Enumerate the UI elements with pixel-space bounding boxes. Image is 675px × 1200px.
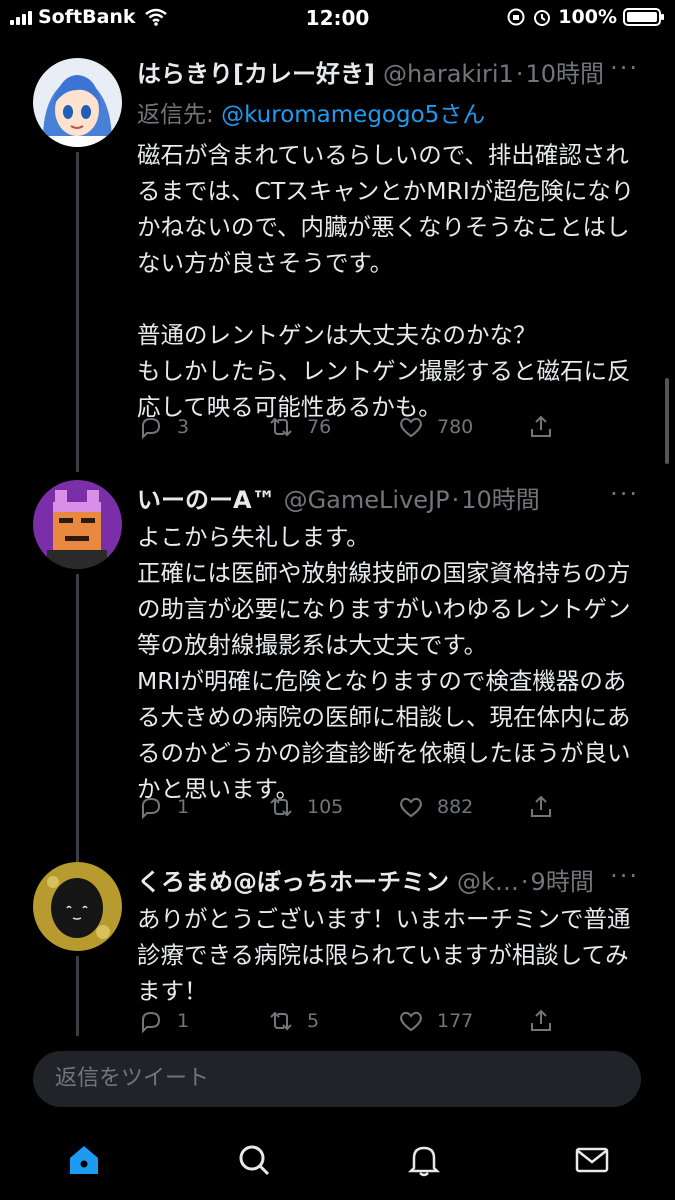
avatar[interactable] xyxy=(33,480,122,569)
thread-line xyxy=(76,152,79,472)
like-count: 780 xyxy=(437,416,474,438)
tab-home[interactable] xyxy=(64,1140,104,1180)
tweet-text: よこから失礼します。 正確には医師や放射線技師の国家資格持ちの方の助言が必要にな… xyxy=(137,523,631,803)
battery-percent: 100% xyxy=(558,6,617,28)
tweet[interactable]: いーのーA™ @GameLiveJP · 10時間 よこから失礼します。 正確に… xyxy=(0,474,675,864)
retweet-count: 5 xyxy=(307,1010,320,1032)
tweet[interactable]: はらきり[カレー好き] @harakiri1 · 10時間 返信先: @kuro… xyxy=(0,48,675,472)
more-dots-icon[interactable]: ··· xyxy=(610,862,639,890)
reply-icon xyxy=(142,417,161,440)
reply-button[interactable]: 1 xyxy=(137,790,267,824)
reply-icon xyxy=(142,1011,161,1034)
reply-icon xyxy=(142,797,161,820)
like-button[interactable]: 780 xyxy=(397,410,527,444)
heart-icon xyxy=(400,417,422,438)
retweet-count: 76 xyxy=(307,416,332,438)
retweet-button[interactable]: 76 xyxy=(267,410,397,444)
mention-link[interactable]: @kuromamegogo5さん xyxy=(221,102,485,128)
share-button[interactable] xyxy=(527,790,555,824)
share-icon xyxy=(531,415,551,437)
timestamp[interactable]: 10時間 xyxy=(525,54,604,89)
reply-context: 返信先: @kuromamegogo5さん xyxy=(137,102,486,128)
tab-bar xyxy=(0,1130,675,1190)
heart-icon xyxy=(400,1011,422,1032)
orientation-lock-icon xyxy=(507,8,525,26)
alarm-icon xyxy=(534,10,551,26)
reply-count: 1 xyxy=(177,1010,190,1032)
thread-line xyxy=(76,956,79,1036)
retweet-icon xyxy=(270,1011,292,1031)
like-button[interactable]: 177 xyxy=(397,1004,527,1038)
like-count: 177 xyxy=(437,1010,474,1032)
battery-icon xyxy=(623,8,664,26)
reply-count: 1 xyxy=(177,796,190,818)
notifications-icon xyxy=(407,1146,441,1177)
retweet-button[interactable]: 105 xyxy=(267,790,397,824)
share-button[interactable] xyxy=(527,410,555,444)
more-dots-icon[interactable]: ··· xyxy=(610,54,639,82)
thread-line xyxy=(76,574,79,864)
handle[interactable]: @GameLiveJP xyxy=(284,486,450,514)
home-icon xyxy=(70,1146,98,1174)
reply-button[interactable]: 1 xyxy=(137,1004,267,1038)
tweet[interactable]: くろまめ@ぼっちホーチミン @k… · 9時間 ありがとうございます！いまホーチ… xyxy=(0,856,675,1036)
reply-input[interactable]: 返信をツイート xyxy=(33,1051,641,1107)
reply-button[interactable]: 3 xyxy=(137,410,267,444)
display-name[interactable]: いーのーA™ xyxy=(137,480,276,515)
like-button[interactable]: 882 xyxy=(397,790,527,824)
share-button[interactable] xyxy=(527,1004,555,1038)
retweet-count: 105 xyxy=(307,796,344,818)
timestamp[interactable]: 10時間 xyxy=(461,480,540,515)
display-name[interactable]: くろまめ@ぼっちホーチミン xyxy=(137,862,449,897)
retweet-icon xyxy=(270,417,292,437)
scrollbar[interactable] xyxy=(665,378,669,464)
heart-icon xyxy=(400,797,422,818)
like-count: 882 xyxy=(437,796,474,818)
more-dots-icon[interactable]: ··· xyxy=(610,480,639,508)
share-icon xyxy=(531,1009,551,1031)
tab-search[interactable] xyxy=(234,1140,274,1180)
tweet-text: 磁石が含まれているらしいので、排出確認されるまでは、CTスキャンとかMRIが超危… xyxy=(137,141,635,421)
reply-count: 3 xyxy=(177,416,190,438)
search-icon xyxy=(239,1145,270,1176)
handle[interactable]: @harakiri1 xyxy=(383,60,514,88)
avatar[interactable] xyxy=(33,58,122,147)
retweet-icon xyxy=(270,797,292,817)
messages-icon xyxy=(575,1147,609,1173)
timestamp[interactable]: 9時間 xyxy=(531,862,594,897)
tab-notifications[interactable] xyxy=(404,1140,444,1180)
handle[interactable]: @k… xyxy=(457,868,519,896)
status-bar: SoftBank 12:00 100% xyxy=(0,0,675,36)
retweet-button[interactable]: 5 xyxy=(267,1004,397,1038)
tweet-text: ありがとうございます！いまホーチミンで普通診療できる病院は限られていますが相談し… xyxy=(137,905,631,1005)
share-icon xyxy=(531,795,551,817)
tab-messages[interactable] xyxy=(572,1140,612,1180)
avatar[interactable] xyxy=(33,862,122,951)
display-name[interactable]: はらきり[カレー好き] xyxy=(137,54,375,89)
